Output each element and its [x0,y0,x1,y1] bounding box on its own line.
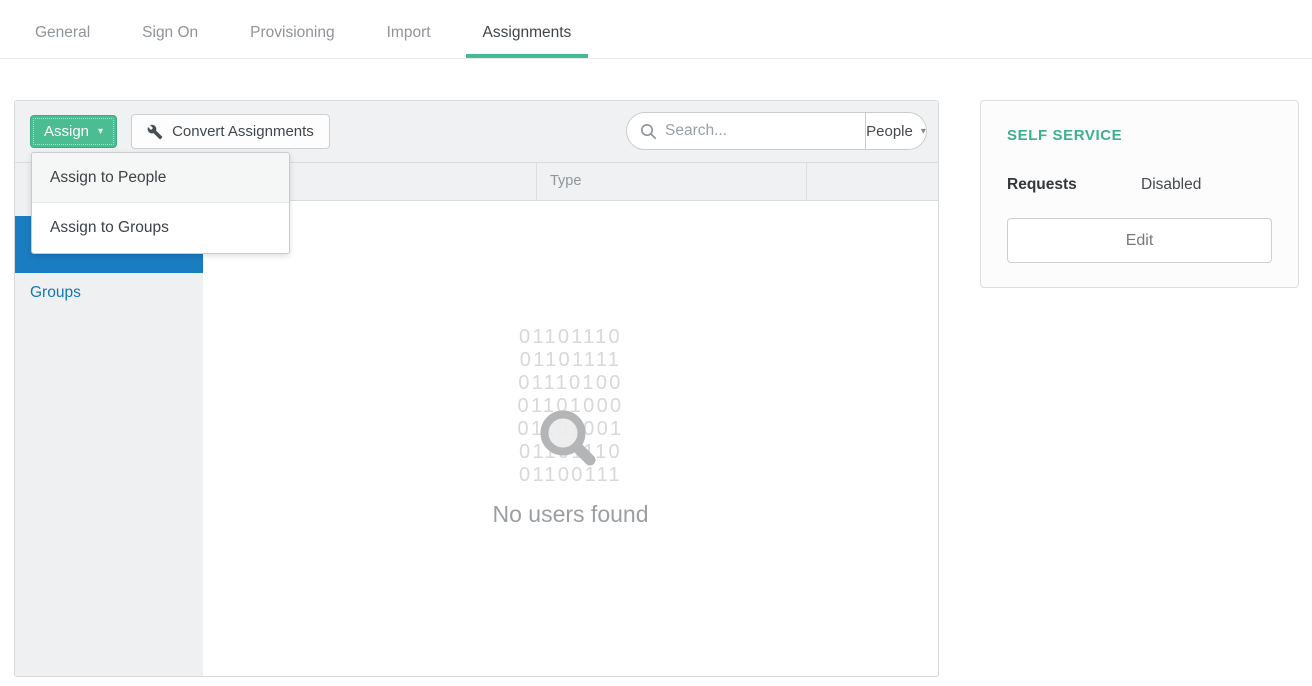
requests-value: Disabled [1141,176,1201,194]
search-box [627,113,865,149]
self-service-title: SELF SERVICE [1007,127,1272,144]
table-header-actions [806,163,938,200]
requests-row: Requests Disabled [1007,176,1272,194]
edit-button[interactable]: Edit [1007,218,1272,263]
tab-assignments[interactable]: Assignments [483,0,572,58]
menu-item-assign-to-groups[interactable]: Assign to Groups [32,203,289,253]
binary-line: 01101110 [203,326,938,349]
empty-state: 01101110 01101111 01110100 01101000 0110… [203,201,938,528]
assign-button[interactable]: Assign ▾ [30,115,117,148]
chevron-down-icon: ▾ [921,126,926,137]
convert-button-label: Convert Assignments [172,123,314,140]
binary-line: 01110100 [203,372,938,395]
assignments-panel: Assign ▾ Convert Assignments People ▾ [14,100,939,677]
search-icon [640,123,657,140]
search-scope-label: People [866,123,913,140]
magnifier-icon [527,399,607,479]
self-service-panel: SELF SERVICE Requests Disabled Edit [980,100,1299,288]
tab-provisioning[interactable]: Provisioning [250,0,334,58]
assignments-table: Type 01101110 01101111 01110100 01101000… [203,163,938,676]
tab-import[interactable]: Import [387,0,431,58]
binary-line: 01101111 [203,349,938,372]
convert-assignments-button[interactable]: Convert Assignments [131,114,330,149]
app-tabbar: General Sign On Provisioning Import Assi… [0,0,1312,59]
table-header-row: Type [203,163,938,201]
menu-item-assign-to-people[interactable]: Assign to People [32,153,289,203]
search-group: People ▾ [626,112,927,150]
chevron-down-icon: ▾ [98,126,103,137]
wrench-icon [147,124,163,140]
tab-general[interactable]: General [35,0,90,58]
table-header-type: Type [536,163,806,200]
search-scope-dropdown[interactable]: People ▾ [865,113,926,149]
assign-button-label: Assign [44,123,89,140]
assign-dropdown-menu: Assign to People Assign to Groups [31,152,290,254]
sidebar-item-groups[interactable]: Groups [15,273,203,313]
search-input[interactable] [665,122,865,140]
requests-label: Requests [1007,176,1141,194]
tab-sign-on[interactable]: Sign On [142,0,198,58]
empty-state-message: No users found [203,501,938,528]
